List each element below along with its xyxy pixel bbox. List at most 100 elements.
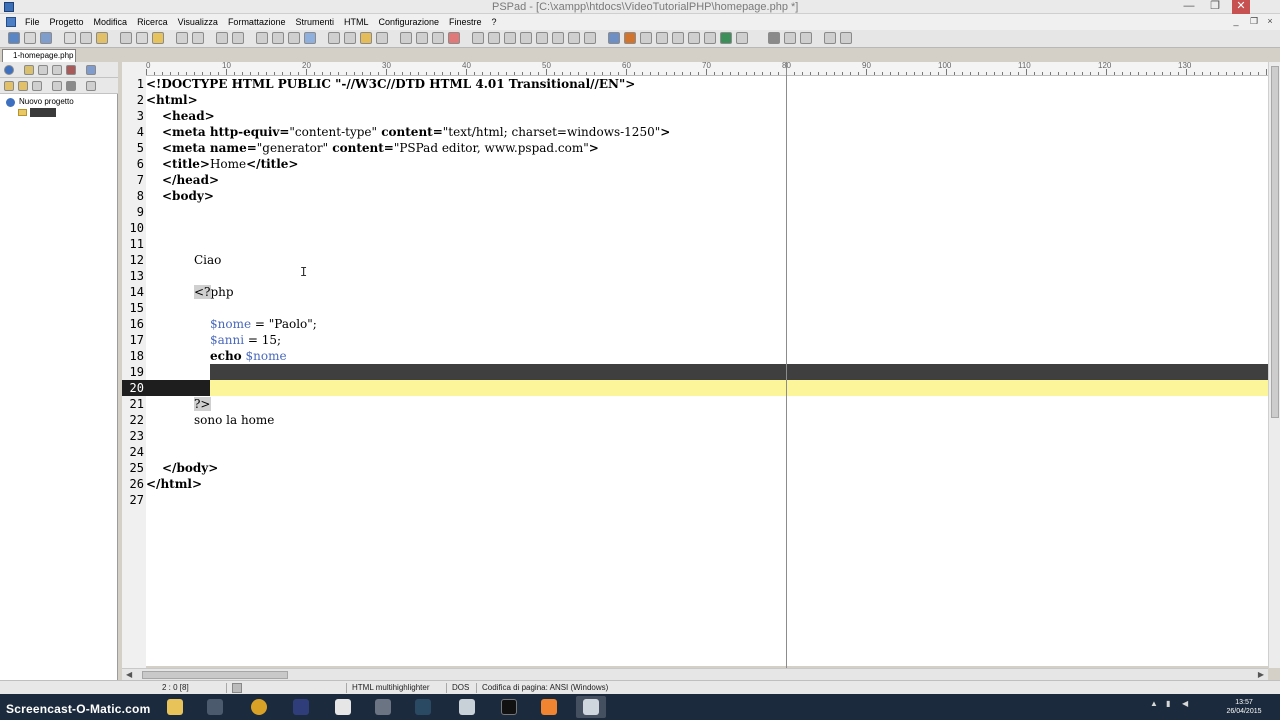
menu-finestre[interactable]: Finestre [444,14,487,30]
code-explorer-icon[interactable] [360,32,372,44]
project-save-icon[interactable] [32,81,42,91]
preview-icon[interactable] [608,32,620,44]
tidy-icon[interactable] [656,32,668,44]
project-add-icon[interactable] [18,81,28,91]
menu-strumenti[interactable]: Strumenti [290,14,339,30]
scroll-left-icon[interactable]: ◀ [126,670,132,679]
tray-volume-icon[interactable]: ◀ [1182,699,1188,708]
menu-help[interactable]: ? [487,14,502,30]
taskbar-app-3[interactable] [408,696,438,718]
window-icon[interactable] [800,32,812,44]
undo-icon[interactable] [176,32,188,44]
mdi-close-icon[interactable]: × [1264,15,1276,27]
bookmark-icon[interactable] [304,32,316,44]
taskbar-cmd[interactable] [494,696,524,718]
html-table-icon[interactable] [472,32,484,44]
project-tab-icon[interactable] [4,65,14,75]
scroll-right-icon[interactable]: ▶ [1258,670,1264,679]
mdi-minimize-icon[interactable]: _ [1230,15,1242,27]
tab-homepage[interactable]: 1-homepage.php [2,49,76,62]
save-all-icon[interactable] [80,32,92,44]
explorer-tab-icon[interactable] [38,65,48,75]
html-italic-icon[interactable] [568,32,580,44]
new-file-icon[interactable] [24,32,36,44]
outdent-icon[interactable] [272,32,284,44]
html-bold-icon[interactable] [552,32,564,44]
line-ending[interactable]: DOS [452,681,469,695]
horizontal-scroll-thumb[interactable] [142,671,288,679]
highlighter-name[interactable]: HTML multihighlighter [352,681,430,695]
copy-icon[interactable] [136,32,148,44]
redo-icon[interactable] [192,32,204,44]
minimize-button[interactable]: — [1180,0,1198,14]
print-icon[interactable] [96,32,108,44]
tree-root-item[interactable]: Nuovo progetto [6,97,74,107]
macro-icon[interactable] [416,32,428,44]
tray-network-icon[interactable]: ▮ [1166,699,1170,708]
replace-icon[interactable] [232,32,244,44]
tray-arrow-icon[interactable]: ▲ [1150,699,1158,708]
close-button[interactable]: ✕ [1232,0,1250,14]
hex-icon[interactable] [432,32,444,44]
compile-icon[interactable] [688,32,700,44]
menu-file[interactable]: File [20,14,45,30]
document-icon[interactable] [6,17,16,27]
html-align-icon[interactable] [584,32,596,44]
menu-modifica[interactable]: Modifica [89,14,133,30]
case-icon[interactable] [328,32,340,44]
spell-icon[interactable] [376,32,388,44]
menu-formattazione[interactable]: Formattazione [223,14,291,30]
html-form-icon[interactable] [520,32,532,44]
close-tab-icon[interactable] [448,32,460,44]
project-tools-icon[interactable] [86,81,96,91]
validate-icon[interactable] [640,32,652,44]
view-icon[interactable] [768,32,780,44]
taskbar-app[interactable] [200,696,230,718]
mdi-restore-icon[interactable]: ❐ [1248,15,1260,27]
html-list-icon[interactable] [536,32,548,44]
color-picker-icon[interactable] [672,32,684,44]
ftp-tab-icon[interactable] [52,65,62,75]
comment-icon[interactable] [288,32,300,44]
taskbar-app-2[interactable] [368,696,398,718]
pspad-app-icon[interactable] [4,2,14,12]
menu-ricerca[interactable]: Ricerca [132,14,173,30]
paste-icon[interactable] [152,32,164,44]
vertical-scrollbar[interactable] [1268,62,1280,668]
menu-html[interactable]: HTML [339,14,374,30]
split-icon[interactable] [784,32,796,44]
clip-icon[interactable] [400,32,412,44]
menu-progetto[interactable]: Progetto [45,14,89,30]
firefox-icon[interactable] [624,32,636,44]
open-icon[interactable] [40,32,52,44]
tree-child-item[interactable] [18,108,56,117]
taskbar-chrome[interactable] [244,696,274,718]
project-remove-icon[interactable] [66,81,76,91]
menu-configurazione[interactable]: Configurazione [373,14,444,30]
maximize-button[interactable]: ❐ [1206,0,1224,14]
save-icon[interactable] [64,32,76,44]
project-open-icon[interactable] [4,81,14,91]
extra-icon[interactable] [840,32,852,44]
taskbar-notepad[interactable] [452,696,482,718]
web-icon[interactable] [720,32,732,44]
cut-icon[interactable] [120,32,132,44]
indent-icon[interactable] [256,32,268,44]
taskbar-explorer[interactable] [160,696,190,718]
horizontal-scrollbar[interactable]: ◀ ▶ [122,668,1268,680]
options-icon[interactable] [824,32,836,44]
html-link-icon[interactable] [488,32,500,44]
taskbar-xampp[interactable] [534,696,564,718]
results-tab-icon[interactable] [66,65,76,75]
menu-visualizza[interactable]: Visualizza [173,14,223,30]
clip-manager-icon[interactable] [704,32,716,44]
taskbar-pspad[interactable] [576,696,606,718]
project-settings-icon[interactable] [52,81,62,91]
taskbar-unity[interactable] [328,696,358,718]
encoding[interactable]: Codifica di pagina: ANSI (Windows) [482,681,608,695]
taskbar-game[interactable] [286,696,316,718]
search-icon[interactable] [216,32,228,44]
vertical-scroll-thumb[interactable] [1271,66,1279,418]
code-editor[interactable]: <!DOCTYPE HTML PUBLIC "-//W3C//DTD HTML … [146,76,1268,666]
wrap-icon[interactable] [344,32,356,44]
